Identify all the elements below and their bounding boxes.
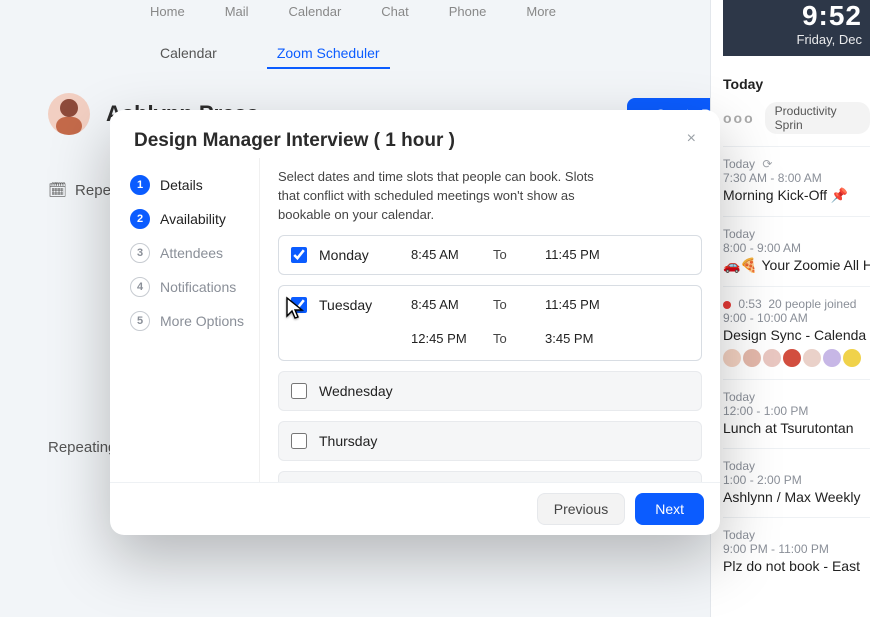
nav-item[interactable]: Chat (381, 4, 408, 19)
more-dots-icon[interactable]: ooo (723, 110, 755, 126)
day-checkbox-tuesday[interactable] (291, 297, 307, 313)
close-icon[interactable]: × (687, 130, 696, 152)
refresh-icon: ⟳ (762, 157, 772, 171)
right-panel: 9:52 Friday, Dec Today ooo Productivity … (710, 0, 870, 617)
nav-item[interactable]: More (526, 4, 556, 19)
attendee-avatars (723, 349, 870, 367)
clock-date: Friday, Dec (723, 32, 862, 47)
wizard-steps: 1Details 2Availability 3Attendees 4Notif… (110, 158, 260, 482)
slot-from[interactable]: 8:45 AM (411, 247, 481, 262)
agenda-item[interactable]: 0:53 20 people joined 9:00 - 10:00 AM De… (723, 286, 870, 379)
step-more-options[interactable]: 5More Options (130, 304, 253, 338)
tab-zoom-scheduler[interactable]: Zoom Scheduler (267, 39, 390, 69)
slot-to[interactable]: 11:45 PM (545, 247, 615, 262)
recording-icon (723, 301, 731, 309)
day-label: Tuesday (319, 297, 399, 313)
day-row-friday[interactable]: Friday (278, 471, 702, 482)
day-row-monday[interactable]: Monday 8:45 AM To 11:45 PM (278, 235, 702, 275)
instructions-text: Select dates and time slots that people … (278, 168, 608, 225)
sprint-chip[interactable]: Productivity Sprin (765, 102, 870, 134)
day-checkbox-thursday[interactable] (291, 433, 307, 449)
day-row-wednesday[interactable]: Wednesday (278, 371, 702, 411)
agenda-item[interactable]: Today 8:00 - 9:00 AM 🚗🍕 Your Zoomie All … (723, 216, 870, 286)
day-row-thursday[interactable]: Thursday (278, 421, 702, 461)
nav-item[interactable]: Calendar (289, 4, 342, 19)
day-checkbox-wednesday[interactable] (291, 383, 307, 399)
step-details[interactable]: 1Details (130, 168, 253, 202)
day-label: Monday (319, 247, 399, 263)
agenda-item[interactable]: Today ⟳ 7:30 AM - 8:00 AM Morning Kick-O… (723, 146, 870, 216)
tab-calendar[interactable]: Calendar (150, 39, 227, 69)
slot-from[interactable]: 12:45 PM (411, 331, 481, 346)
availability-form: Select dates and time slots that people … (260, 158, 720, 482)
clock: 9:52 Friday, Dec (723, 0, 870, 56)
step-attendees[interactable]: 3Attendees (130, 236, 253, 270)
day-label: Thursday (319, 433, 399, 449)
today-header: Today (723, 76, 870, 92)
slot-to[interactable]: 11:45 PM (545, 297, 615, 312)
modal-title: Design Manager Interview ( 1 hour ) (134, 130, 455, 152)
agenda-item[interactable]: Today 12:00 - 1:00 PM Lunch at Tsurutont… (723, 379, 870, 448)
nav-item[interactable]: Home (150, 4, 185, 19)
slot-to[interactable]: 3:45 PM (545, 331, 615, 346)
next-button[interactable]: Next (635, 493, 704, 525)
nav-item[interactable]: Phone (449, 4, 487, 19)
booking-availability-modal: Design Manager Interview ( 1 hour ) × 1D… (110, 110, 720, 535)
nav-item[interactable]: Mail (225, 4, 249, 19)
slot-to-label: To (493, 331, 533, 346)
agenda-item[interactable]: Today 9:00 PM - 11:00 PM Plz do not book… (723, 517, 870, 586)
step-notifications[interactable]: 4Notifications (130, 270, 253, 304)
slot-from[interactable]: 8:45 AM (411, 297, 481, 312)
day-checkbox-monday[interactable] (291, 247, 307, 263)
previous-button[interactable]: Previous (537, 493, 625, 525)
slot-to-label: To (493, 247, 533, 262)
slot-to-label: To (493, 297, 533, 312)
modal-footer: Previous Next (110, 482, 720, 535)
day-label: Wednesday (319, 383, 399, 399)
avatar (48, 93, 90, 135)
step-availability[interactable]: 2Availability (130, 202, 253, 236)
agenda-item[interactable]: Today 1:00 - 2:00 PM Ashlynn / Max Weekl… (723, 448, 870, 517)
clock-time: 9:52 (723, 0, 862, 32)
day-row-tuesday[interactable]: Tuesday 8:45 AM To 11:45 PM 12:45 PM To … (278, 285, 702, 361)
